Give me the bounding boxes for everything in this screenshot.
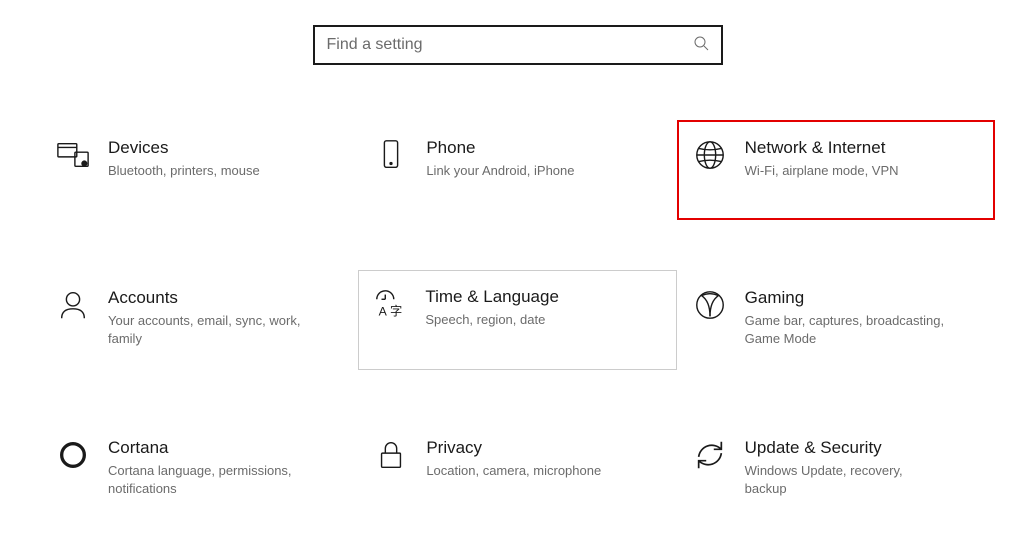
globe-icon bbox=[693, 138, 727, 172]
lock-icon bbox=[374, 438, 408, 472]
tile-gaming[interactable]: Gaming Game bar, captures, broadcasting,… bbox=[677, 270, 995, 370]
tile-title: Phone bbox=[426, 138, 574, 158]
tile-accounts[interactable]: Accounts Your accounts, email, sync, wor… bbox=[40, 270, 358, 370]
svg-text:A: A bbox=[379, 304, 388, 318]
tile-desc: Cortana language, permissions, notificat… bbox=[108, 462, 308, 497]
tile-desc: Speech, region, date bbox=[425, 311, 559, 329]
tile-title: Privacy bbox=[426, 438, 601, 458]
tile-title: Accounts bbox=[108, 288, 308, 308]
tile-desc: Bluetooth, printers, mouse bbox=[108, 162, 260, 180]
svg-text:字: 字 bbox=[390, 303, 402, 318]
tile-time-language[interactable]: A 字 Time & Language Speech, region, date bbox=[358, 270, 676, 370]
tile-title: Gaming bbox=[745, 288, 945, 308]
sync-icon bbox=[693, 438, 727, 472]
search-container bbox=[0, 0, 1035, 120]
xbox-icon bbox=[693, 288, 727, 322]
tile-cortana[interactable]: Cortana Cortana language, permissions, n… bbox=[40, 420, 358, 520]
tile-desc: Windows Update, recovery, backup bbox=[745, 462, 945, 497]
tile-title: Devices bbox=[108, 138, 260, 158]
tile-title: Time & Language bbox=[425, 287, 559, 307]
devices-icon bbox=[56, 138, 90, 172]
tile-title: Update & Security bbox=[745, 438, 945, 458]
search-input[interactable] bbox=[327, 36, 693, 54]
tile-title: Network & Internet bbox=[745, 138, 899, 158]
settings-grid: Devices Bluetooth, printers, mouse Phone… bbox=[0, 120, 1035, 520]
tile-desc: Link your Android, iPhone bbox=[426, 162, 574, 180]
tile-desc: Game bar, captures, broadcasting, Game M… bbox=[745, 312, 945, 347]
phone-icon bbox=[374, 138, 408, 172]
tile-desc: Your accounts, email, sync, work, family bbox=[108, 312, 308, 347]
tile-update-security[interactable]: Update & Security Windows Update, recove… bbox=[677, 420, 995, 520]
search-icon bbox=[693, 35, 709, 56]
tile-desc: Location, camera, microphone bbox=[426, 462, 601, 480]
tile-desc: Wi-Fi, airplane mode, VPN bbox=[745, 162, 899, 180]
tile-network-internet[interactable]: Network & Internet Wi-Fi, airplane mode,… bbox=[677, 120, 995, 220]
tile-phone[interactable]: Phone Link your Android, iPhone bbox=[358, 120, 676, 220]
time-language-icon: A 字 bbox=[373, 287, 407, 321]
person-icon bbox=[56, 288, 90, 322]
tile-privacy[interactable]: Privacy Location, camera, microphone bbox=[358, 420, 676, 520]
cortana-icon bbox=[56, 438, 90, 472]
tile-devices[interactable]: Devices Bluetooth, printers, mouse bbox=[40, 120, 358, 220]
search-box[interactable] bbox=[313, 25, 723, 65]
tile-title: Cortana bbox=[108, 438, 308, 458]
